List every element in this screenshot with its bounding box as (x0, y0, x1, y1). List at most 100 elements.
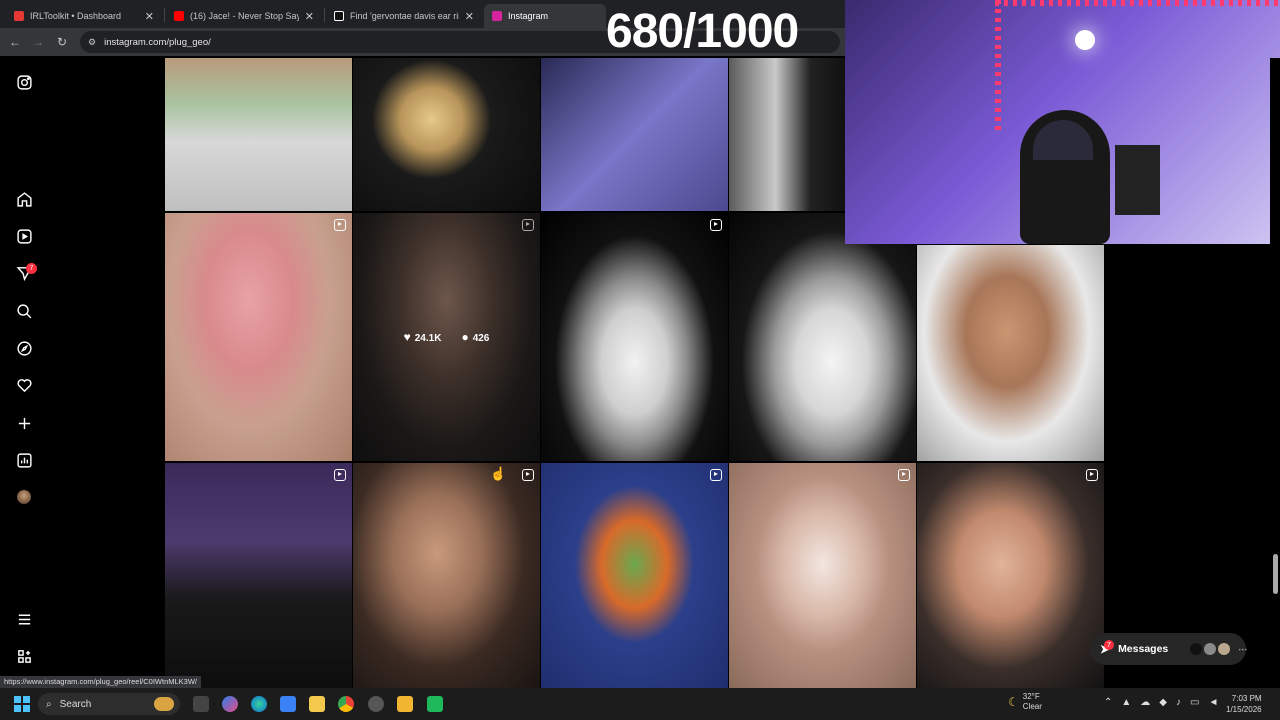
file-explorer-icon[interactable] (397, 696, 413, 712)
post-hover-overlay: ♥ 24.1K ● 426 (353, 213, 540, 461)
avatar-stack (1190, 643, 1231, 655)
windows-start-icon[interactable] (14, 696, 30, 712)
url-text: instagram.com/plug_geo/ (104, 36, 211, 48)
threads-icon[interactable] (14, 646, 34, 666)
close-icon[interactable]: ✕ (465, 10, 474, 23)
scrollbar-thumb[interactable] (1273, 554, 1278, 594)
home-icon[interactable] (14, 189, 34, 209)
messages-badge: 7 (1104, 640, 1114, 650)
menu-icon[interactable] (14, 609, 34, 629)
post-tile[interactable] (541, 58, 728, 211)
reel-icon (1086, 469, 1098, 481)
create-icon[interactable] (14, 413, 34, 433)
display-icon[interactable]: ▭ (1190, 697, 1199, 708)
taskbar-search[interactable]: ⌕ Search (38, 693, 180, 715)
app-icon[interactable] (427, 696, 443, 712)
messages-button[interactable]: ➤ Messages ⋯ (1090, 633, 1248, 665)
webcam-overlay (845, 0, 1280, 244)
post-tile[interactable] (353, 58, 540, 211)
reels-icon[interactable] (14, 226, 34, 246)
network-icon[interactable]: ▲ (1121, 697, 1131, 708)
post-tile[interactable] (541, 213, 728, 461)
post-tile[interactable] (917, 463, 1104, 688)
post-tile[interactable] (165, 213, 352, 461)
windows-taskbar: ⌕ Search ☾ 32°F Clear ⌃ ▲ ☁ ◆ ♪ ▭ ◄ 7:03… (0, 688, 1280, 720)
reel-icon (710, 219, 722, 231)
post-tile[interactable] (165, 58, 352, 211)
tab-irltoolkit[interactable]: IRLToolkit • Dashboard ✕ (6, 4, 162, 28)
tab-title: Find 'gervontae davis ear rings (350, 11, 459, 21)
tiktok-favicon-icon (334, 11, 344, 21)
instagram-favicon-icon (492, 11, 502, 21)
chrome-icon[interactable] (338, 696, 354, 712)
cloud-icon[interactable]: ☁ (1140, 697, 1150, 708)
tab-title: (16) Jace! - Never Stop Sayin' G (190, 11, 299, 21)
comment-icon: ● (461, 330, 469, 344)
copilot-icon[interactable] (222, 696, 238, 712)
like-count: ♥ 24.1K (403, 330, 442, 344)
heart-icon[interactable] (14, 375, 34, 395)
notification-badge: 7 (26, 263, 37, 274)
taskbar-clock[interactable]: 7:03 PM 1/15/2026 (1226, 693, 1262, 715)
tab-tiktok[interactable]: Find 'gervontae davis ear rings ✕ (326, 4, 482, 28)
comment-count: ● 426 (461, 330, 490, 344)
post-tile[interactable] (353, 463, 540, 688)
search-highlight-icon (154, 697, 174, 711)
reel-icon (334, 469, 346, 481)
irltoolkit-favicon-icon (14, 11, 24, 21)
heart-filled-icon: ♥ (403, 330, 411, 344)
post-tile[interactable] (729, 213, 916, 461)
search-icon: ⌕ (46, 698, 52, 710)
clock-time: 7:03 PM (1231, 694, 1262, 703)
weather-widget[interactable]: ☾ 32°F Clear (1008, 692, 1042, 712)
weather-desc: Clear (1022, 702, 1042, 711)
reload-icon[interactable]: ↻ (50, 30, 74, 54)
stream-goal-counter: 680/1000 (606, 5, 799, 58)
volume-icon[interactable]: ◄ (1208, 697, 1218, 708)
tray-icons[interactable]: ⌃ ▲ ☁ ◆ ♪ ▭ ◄ (1104, 697, 1218, 708)
moon-icon: ☾ (1008, 695, 1019, 709)
store-icon[interactable] (309, 696, 325, 712)
mouse-cursor-icon: ☝ (490, 466, 507, 481)
explore-icon[interactable] (14, 338, 34, 358)
close-icon[interactable]: ✕ (145, 10, 154, 23)
dashboard-icon[interactable] (14, 450, 34, 470)
obs-icon[interactable] (368, 696, 384, 712)
close-icon[interactable]: ✕ (305, 10, 314, 23)
chevron-up-icon[interactable]: ⌃ (1104, 697, 1112, 708)
edge-icon[interactable] (251, 696, 267, 712)
mail-icon[interactable] (280, 696, 296, 712)
reel-icon (710, 469, 722, 481)
tab-title: Instagram (508, 11, 549, 21)
search-icon[interactable] (14, 301, 34, 321)
weather-temp: 32°F (1022, 692, 1040, 701)
post-tile-hovered[interactable]: ♥ 24.1K ● 426 (353, 213, 540, 461)
reel-icon (898, 469, 910, 481)
back-icon[interactable]: ← (3, 30, 27, 54)
tab-instagram[interactable]: Instagram (484, 4, 606, 28)
link-status-bar: https://www.instagram.com/plug_geo/reel/… (0, 676, 201, 688)
reel-icon (522, 469, 534, 481)
post-tile[interactable] (165, 463, 352, 688)
clock-date: 1/15/2026 (1226, 705, 1262, 714)
forward-icon[interactable]: → (26, 30, 50, 54)
tab-title: IRLToolkit • Dashboard (30, 11, 122, 21)
site-info-icon[interactable]: ⚙ (88, 37, 96, 48)
tab-youtube[interactable]: (16) Jace! - Never Stop Sayin' G ✕ (166, 4, 322, 28)
instagram-logo-icon[interactable] (14, 72, 34, 92)
security-icon[interactable]: ◆ (1159, 697, 1167, 708)
search-label: Search (59, 698, 92, 710)
post-tile[interactable] (541, 463, 728, 688)
reel-icon (334, 219, 346, 231)
profile-avatar[interactable] (14, 487, 34, 507)
messages-label: Messages (1118, 643, 1169, 655)
post-tile[interactable] (729, 463, 916, 688)
microphone-icon[interactable]: ♪ (1176, 697, 1181, 708)
task-view-icon[interactable] (193, 696, 209, 712)
instagram-sidebar: 7 (0, 56, 48, 688)
post-tile[interactable] (917, 245, 1104, 461)
page-scrollbar[interactable] (1270, 58, 1280, 688)
more-icon: ⋯ (1238, 643, 1248, 654)
post-tile[interactable] (729, 58, 845, 211)
youtube-favicon-icon (174, 11, 184, 21)
